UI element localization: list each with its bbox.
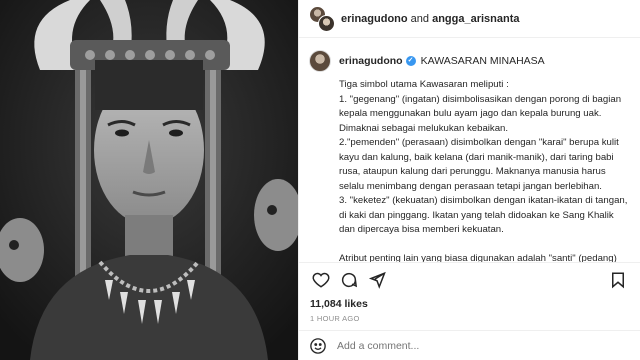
caption-body: Tiga simbol utama Kawasaran meliputi : 1… [339,78,630,262]
avatar[interactable] [318,14,335,32]
author-link-2[interactable]: angga_arisnanta [432,13,519,25]
caption-header: erinagudono ✓ KAWASARAN MINAHASA [309,50,630,72]
portrait-image [0,0,298,360]
author-link-1[interactable]: erinagudono [341,13,408,25]
caption-line: 1. "gegenang" (ingatan) disimbolisasikan… [339,93,622,134]
comment-box [299,330,640,360]
caption-line: Atribut penting lain yang biasa digunaka… [339,253,617,262]
post-photo[interactable] [0,0,298,360]
post-authors: erinagudono and angga_arisnanta [341,13,520,25]
caption-gap [339,238,630,253]
comment-input[interactable] [337,339,630,352]
instagram-post: erinagudono and angga_arisnanta erinagud… [0,0,640,360]
emoji-icon[interactable] [309,337,327,355]
caption-title: KAWASARAN MINAHASA [420,55,545,67]
caption-line: Tiga simbol utama Kawasaran meliputi : [339,79,509,90]
share-icon[interactable] [363,266,391,294]
post-sidebar: erinagudono and angga_arisnanta erinagud… [298,0,640,360]
verified-badge-icon: ✓ [405,56,416,66]
likes-count[interactable]: 11,084 likes [299,296,640,312]
collab-avatars[interactable] [309,5,335,32]
and-text: and [407,12,433,25]
caption-username[interactable]: erinagudono [339,50,403,72]
caption-user: erinagudono ✓ KAWASARAN MINAHASA [339,50,545,72]
post-timestamp[interactable]: 1 HOUR AGO [299,312,640,330]
bookmark-icon[interactable] [604,266,632,294]
caption-line: 3. "keketez" (kekuatan) disimbolkan deng… [339,195,628,235]
comment-icon[interactable] [335,266,363,294]
action-bar [299,262,640,296]
post-header: erinagudono and angga_arisnanta [299,0,640,38]
avatar[interactable] [309,50,331,72]
caption-area: erinagudono ✓ KAWASARAN MINAHASA Tiga si… [299,38,640,262]
caption-line: 2."pemenden" (perasaan) disimbolkan deng… [339,137,619,192]
heart-icon[interactable] [307,266,335,294]
